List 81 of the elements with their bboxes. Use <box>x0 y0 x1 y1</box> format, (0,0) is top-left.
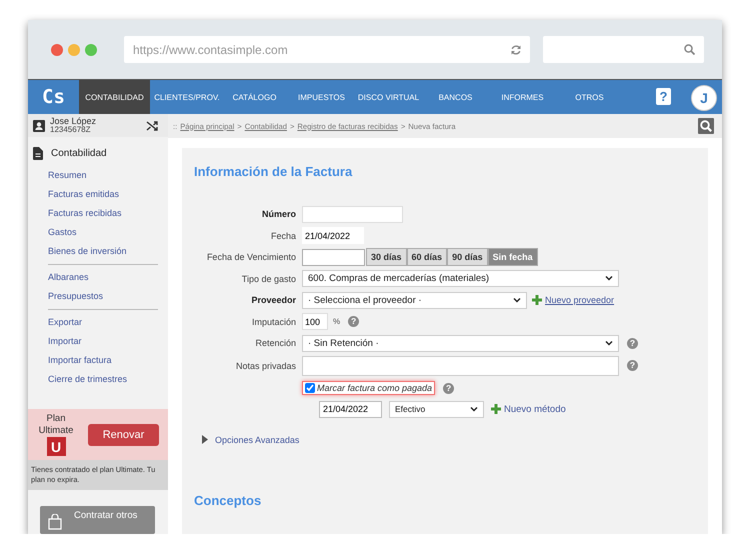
dropdown[interactable]: · Selecciona el proveedor · <box>302 292 527 308</box>
input-field[interactable]: 100 <box>302 313 328 330</box>
dropdown[interactable]: 600. Compras de mercaderías (materiales) <box>302 270 619 287</box>
dropdown-caret-icon <box>605 276 613 281</box>
sidebar-link[interactable]: Gastos <box>28 223 77 242</box>
plus-icon <box>491 404 501 414</box>
sidebar-link[interactable]: Resumen <box>28 166 87 186</box>
nav-tab[interactable]: BANCOS <box>422 80 489 114</box>
field-label: Proveedor <box>250 295 297 305</box>
url-text: https://www.contasimple.com <box>133 42 288 56</box>
due-date-option[interactable]: 30 días <box>366 248 407 266</box>
nav-tab[interactable]: CATÁLOGO <box>221 80 288 114</box>
field-label: Número <box>260 209 297 219</box>
nav-tab[interactable]: OTROS <box>556 80 623 114</box>
help-button[interactable]: ? <box>627 360 638 371</box>
paid-checkbox[interactable]: Marcar factura como pagada <box>302 381 436 395</box>
window-control-icon[interactable] <box>51 44 63 56</box>
due-date-option[interactable]: 60 días <box>406 248 448 266</box>
dropdown-caret-icon <box>470 406 478 412</box>
input-field[interactable] <box>302 248 365 266</box>
user-id: 12345678Z <box>50 126 90 134</box>
window-control-icon[interactable] <box>85 44 97 56</box>
sidebar-link[interactable]: Cierre de trimestres <box>28 370 128 390</box>
dropdown-caret-icon <box>513 298 521 302</box>
advanced-options-toggle[interactable]: Opciones Avanzadas <box>202 434 300 444</box>
reload-icon[interactable] <box>510 44 522 56</box>
add-link[interactable]: Nuevo proveedor <box>545 295 614 305</box>
shopping-bag-icon <box>48 514 62 530</box>
search-icon <box>684 44 695 55</box>
document-icon <box>33 147 43 160</box>
logo[interactable]: Cs <box>28 80 79 114</box>
window-control-icon[interactable] <box>68 44 80 56</box>
field-label: Tipo de gasto <box>240 274 297 284</box>
field-label: Fecha <box>270 230 297 240</box>
nav-tab[interactable]: INFORMES <box>489 80 556 114</box>
nav-tab[interactable]: CONTABILIDAD <box>79 80 150 114</box>
section-heading: Conceptos <box>194 492 262 508</box>
field-label: Imputación <box>250 316 297 326</box>
field-label: Retención <box>254 338 297 348</box>
field-label: Fecha de Vencimiento <box>206 252 297 262</box>
sidebar-link[interactable]: Importar <box>28 332 82 352</box>
due-date-option[interactable]: 90 días <box>447 248 488 266</box>
sidebar-link[interactable]: Facturas emitidas <box>28 185 120 204</box>
plan-badge: U <box>46 437 66 456</box>
unit-label: % <box>333 317 340 326</box>
sidebar-link[interactable]: Exportar <box>28 313 82 332</box>
dropdown[interactable]: · Sin Retención · <box>302 334 619 352</box>
help-button[interactable]: ? <box>656 88 671 105</box>
search-field[interactable] <box>543 36 704 63</box>
renew-button[interactable]: Renovar <box>88 424 159 446</box>
section-title: Contabilidad <box>51 148 107 160</box>
sidebar-link[interactable]: Albaranes <box>28 268 89 288</box>
notes-field[interactable] <box>302 356 619 376</box>
plan-name: Ultimate <box>38 425 74 438</box>
user-avatar[interactable]: J <box>691 85 717 111</box>
date-field[interactable]: 21/04/2022 <box>319 400 382 418</box>
date-field[interactable]: 21/04/2022 <box>302 227 364 244</box>
plus-icon <box>532 295 542 305</box>
due-date-option[interactable]: Sin fecha <box>488 248 538 266</box>
nav-tab[interactable]: DISCO VIRTUAL <box>355 80 422 114</box>
sidebar-link[interactable]: Presupuestos <box>28 287 104 306</box>
help-button[interactable]: ? <box>443 382 454 394</box>
field-label: Notas privadas <box>234 360 297 370</box>
user-name: Jose López <box>50 117 98 126</box>
checkbox[interactable] <box>305 383 315 393</box>
shuffle-icon[interactable] <box>146 120 158 132</box>
nav-tab[interactable]: CLIENTES/PROV. <box>150 80 221 114</box>
sidebar-link[interactable]: Facturas recibidas <box>28 204 122 224</box>
other-products-button[interactable]: Contratar otros <box>40 506 155 534</box>
nav-tab[interactable]: IMPUESTOS <box>288 80 355 114</box>
sidebar-link[interactable]: Importar factura <box>28 351 112 370</box>
dropdown-caret-icon <box>605 340 613 346</box>
dropdown[interactable]: Efectivo <box>389 400 484 418</box>
user-card-icon <box>33 120 45 132</box>
help-button[interactable]: ? <box>348 316 360 327</box>
search-icon[interactable] <box>698 118 714 134</box>
plan-label: Plan <box>46 413 66 426</box>
section-heading: Información de la Factura <box>194 164 354 179</box>
add-link[interactable]: Nuevo método <box>504 404 566 414</box>
help-button[interactable]: ? <box>627 338 638 348</box>
sidebar-link[interactable]: Bienes de inversión <box>28 242 127 262</box>
